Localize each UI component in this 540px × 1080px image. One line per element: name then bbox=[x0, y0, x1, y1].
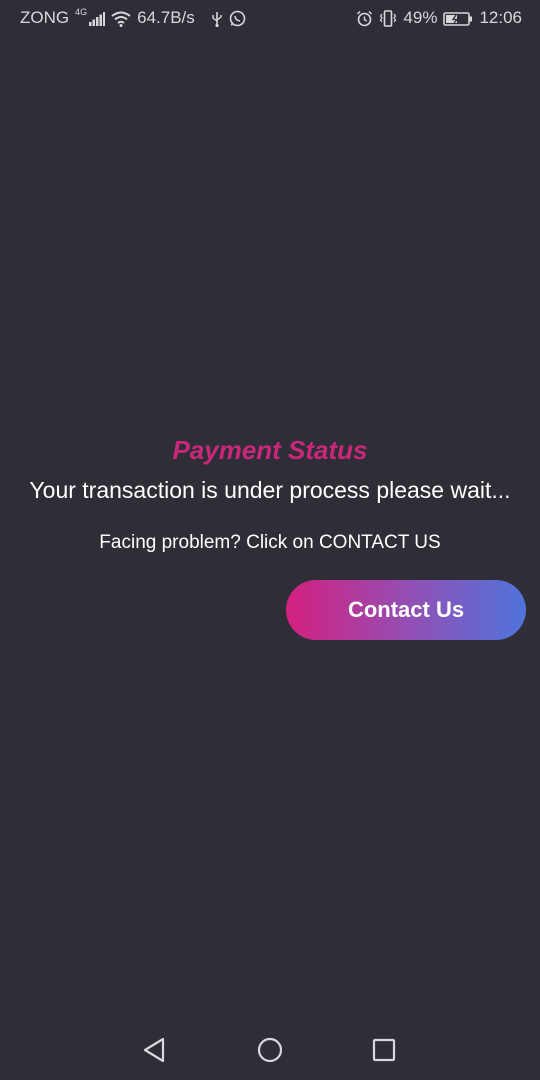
back-button[interactable] bbox=[136, 1032, 172, 1068]
usb-icon bbox=[211, 8, 223, 28]
back-icon bbox=[143, 1037, 165, 1063]
home-button[interactable] bbox=[252, 1032, 288, 1068]
battery-percentage: 49% bbox=[403, 8, 438, 27]
navigation-bar bbox=[0, 1014, 540, 1080]
recent-apps-icon bbox=[372, 1038, 396, 1062]
status-bar-left: ZONG 4G 64.7B/s bbox=[20, 7, 246, 28]
whatsapp-icon bbox=[229, 8, 246, 28]
payment-status-panel: Payment Status Your transaction is under… bbox=[0, 432, 540, 556]
signal-icon bbox=[89, 8, 106, 28]
alarm-icon bbox=[356, 8, 373, 28]
contact-hint: Facing problem? Click on CONTACT US bbox=[99, 532, 441, 553]
status-bar: ZONG 4G 64.7B/s 49% 12:06 bbox=[0, 0, 540, 36]
contact-us-button[interactable]: Contact Us bbox=[286, 580, 526, 640]
wifi-icon bbox=[111, 8, 131, 28]
clock: 12:06 bbox=[479, 8, 522, 27]
battery-icon bbox=[443, 8, 473, 28]
status-bar-right: 49% 12:06 bbox=[356, 8, 522, 28]
transaction-status-message: Your transaction is under process please… bbox=[29, 477, 511, 503]
vibrate-icon bbox=[379, 8, 397, 28]
page-title: Payment Status bbox=[172, 435, 368, 465]
recent-apps-button[interactable] bbox=[366, 1032, 402, 1068]
home-icon bbox=[257, 1037, 283, 1063]
network-generation: 4G bbox=[75, 7, 88, 17]
network-speed: 64.7B/s bbox=[137, 8, 195, 27]
carrier-name: ZONG bbox=[20, 8, 70, 27]
